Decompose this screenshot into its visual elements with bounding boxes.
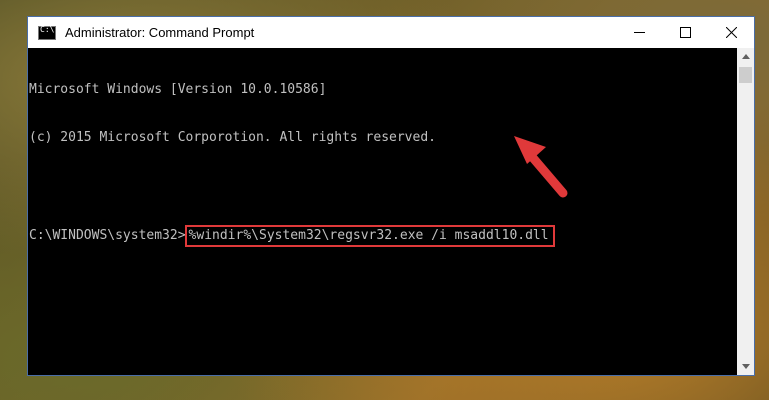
annotation-arrow-icon (514, 136, 568, 198)
